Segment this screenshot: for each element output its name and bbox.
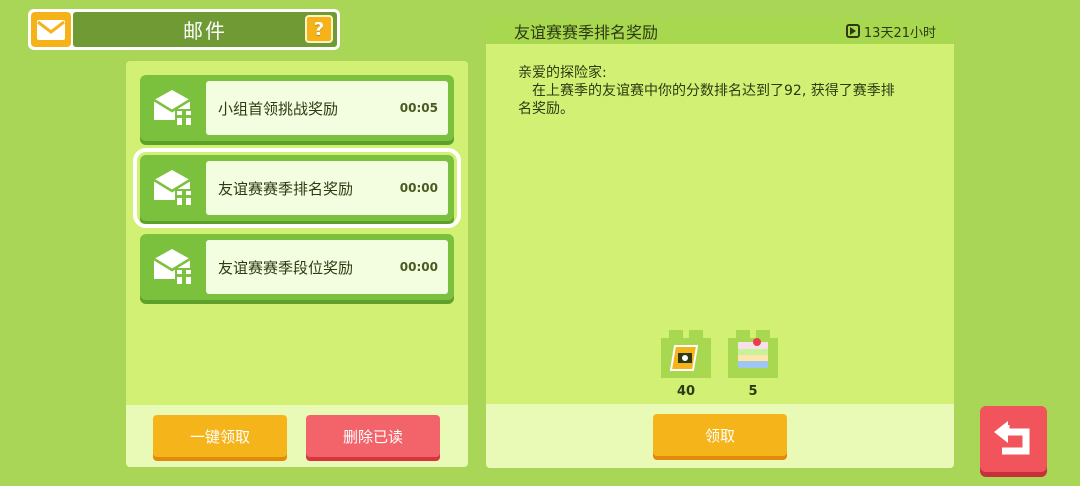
mail-item-title: 友谊赛赛季排名奖励 xyxy=(218,179,354,198)
claim-all-button[interactable]: 一键领取 xyxy=(153,415,287,457)
letter-greeting: 亲爱的探险家: xyxy=(518,65,607,81)
mail-header: 邮件 ? xyxy=(28,9,340,50)
expiry-text: 13天21小时 xyxy=(863,25,936,41)
letter-body: 在上赛季的友谊赛中你的分数排名达到了92, 获得了赛季排名奖励。 xyxy=(518,83,895,117)
envelope-icon xyxy=(31,12,71,47)
gift-mail-icon xyxy=(140,75,206,141)
mail-item-body: 小组首领挑战奖励 00:05 xyxy=(206,81,448,135)
reward-quantity: 40 xyxy=(676,384,696,399)
detail-actions-bar: 领取 xyxy=(486,404,954,468)
reward-ticket[interactable]: 40 xyxy=(659,328,713,399)
mail-item-season-rank[interactable]: 友谊赛赛季排名奖励 00:00 xyxy=(133,148,461,228)
expiry-timer: 13天21小时 xyxy=(845,22,936,41)
mail-item-body: 友谊赛赛季段位奖励 00:00 xyxy=(206,240,448,294)
back-button[interactable] xyxy=(980,406,1047,472)
delete-read-button[interactable]: 删除已读 xyxy=(306,415,440,457)
header-title-bar: 邮件 ? xyxy=(73,12,337,47)
mail-item-time: 00:00 xyxy=(399,260,438,274)
mail-list-panel: 小组首领挑战奖励 00:05 友谊赛赛季排名奖励 00:00 友谊赛赛季段位奖励… xyxy=(126,61,468,467)
detail-header: 友谊赛赛季排名奖励 13天21小时 xyxy=(486,18,954,44)
page-title: 邮件 xyxy=(183,19,227,43)
help-button[interactable]: ? xyxy=(305,15,333,43)
gift-mail-icon xyxy=(140,234,206,300)
reward-cake[interactable]: 5 xyxy=(726,328,780,399)
mail-item-team-boss[interactable]: 小组首领挑战奖励 00:05 xyxy=(140,75,454,141)
cake-icon xyxy=(726,328,780,380)
mail-actions-bar: 一键领取 删除已读 xyxy=(126,405,468,467)
mail-item-title: 小组首领挑战奖励 xyxy=(218,99,339,118)
reward-quantity: 5 xyxy=(748,384,758,399)
gift-mail-icon xyxy=(140,155,206,221)
ticket-icon xyxy=(659,328,713,380)
mail-detail-panel: 友谊赛赛季排名奖励 13天21小时 亲爱的探险家: 在上赛季的友谊赛中你的分数排… xyxy=(486,18,954,468)
mail-item-season-tier[interactable]: 友谊赛赛季段位奖励 00:00 xyxy=(140,234,454,300)
mail-item-title: 友谊赛赛季段位奖励 xyxy=(218,258,354,277)
claim-button[interactable]: 领取 xyxy=(653,414,787,456)
detail-title: 友谊赛赛季排名奖励 xyxy=(514,23,659,42)
mail-item-body: 友谊赛赛季排名奖励 00:00 xyxy=(206,161,448,215)
return-arrow-icon xyxy=(993,421,1029,455)
letter-content: 亲爱的探险家: 在上赛季的友谊赛中你的分数排名达到了92, 获得了赛季排名奖励。 xyxy=(486,44,906,118)
timer-icon xyxy=(845,24,860,38)
mail-item-time: 00:05 xyxy=(399,101,438,115)
mail-item-time: 00:00 xyxy=(399,181,438,195)
